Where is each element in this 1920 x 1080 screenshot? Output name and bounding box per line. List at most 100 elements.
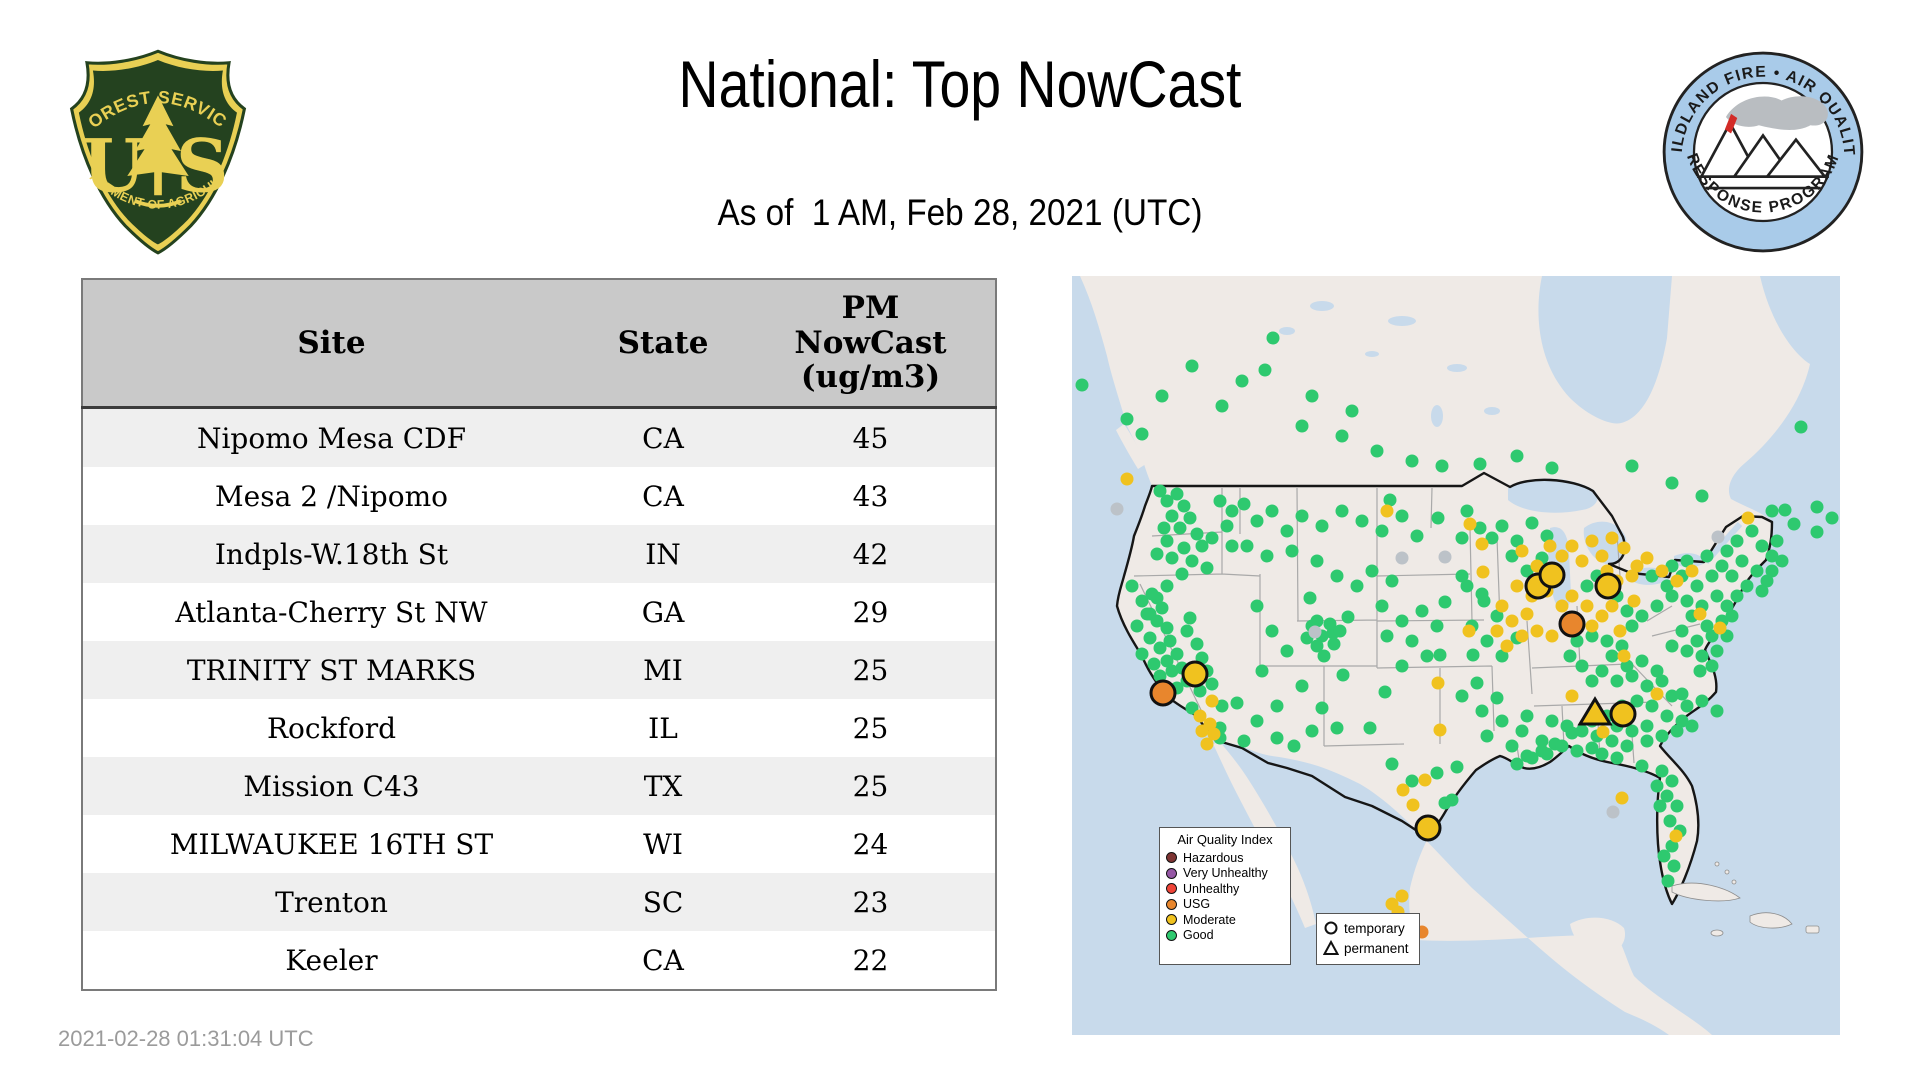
monitor-dot <box>1625 669 1639 683</box>
monitor-dot <box>1665 589 1679 603</box>
monitor-dot <box>1215 399 1229 413</box>
monitor-dot <box>1200 737 1214 751</box>
site-cell: Keeler <box>285 943 378 977</box>
monitor-dot <box>1305 389 1319 403</box>
monitor-dot <box>1825 511 1839 525</box>
monitor-dot <box>1438 550 1452 564</box>
legend-item-permanent: permanent <box>1323 938 1413 958</box>
monitor-dot <box>1418 773 1432 787</box>
highlight-marker-circle <box>1594 572 1622 600</box>
monitor-dot <box>1585 534 1599 548</box>
monitor-dot <box>1330 721 1344 735</box>
state-cell: MI <box>643 653 683 687</box>
monitor-dot <box>1520 709 1534 723</box>
legend-item-moderate: Moderate <box>1166 912 1284 928</box>
monitor-dot <box>1600 634 1614 648</box>
monitor-dot <box>1778 503 1792 517</box>
highlight-marker-circle <box>1558 610 1586 638</box>
monitor-dot <box>1205 531 1219 545</box>
table-row: MILWAUKEE 16TH ST WI 24 <box>82 815 996 873</box>
monitor-dot <box>1575 554 1589 568</box>
monitor-dot <box>1450 760 1464 774</box>
monitor-dot <box>1395 614 1409 628</box>
highlight-marker-circle <box>1181 660 1209 688</box>
monitor-dot <box>1505 739 1519 753</box>
monitor-dot <box>1395 551 1409 565</box>
monitor-dot <box>1610 751 1624 765</box>
monitor-dot <box>1595 549 1609 563</box>
monitor-dot <box>1308 625 1322 639</box>
monitor-dot <box>1183 511 1197 525</box>
monitor-dot <box>1680 644 1694 658</box>
permanent-triangle-icon <box>1323 940 1339 955</box>
monitor-dot <box>1713 621 1727 635</box>
monitor-dot <box>1190 637 1204 651</box>
monitor-dot <box>1435 459 1449 473</box>
monitor-dot <box>1303 591 1317 605</box>
monitor-dot <box>1120 412 1134 426</box>
site-cell: Mesa 2 /Nipomo <box>215 479 448 513</box>
legend-label: Moderate <box>1183 912 1236 927</box>
column-header-pm-nowcast: PM NowCast (ug/m3) <box>746 279 996 409</box>
monitor-dot <box>1625 619 1639 633</box>
monitor-dot <box>1345 404 1359 418</box>
monitor-dot <box>1333 624 1347 638</box>
monitor-dot <box>1310 554 1324 568</box>
highlight-marker-circle <box>1538 561 1566 589</box>
good-swatch-icon <box>1166 929 1177 941</box>
monitor-dot <box>1605 599 1619 613</box>
table-row: Atlanta-Cherry St NW GA 29 <box>82 583 996 641</box>
monitor-dot <box>1295 679 1309 693</box>
monitor-dot <box>1665 639 1679 653</box>
site-cell: TRINITY ST MARKS <box>186 653 477 687</box>
monitor-dot <box>1165 551 1179 565</box>
monitor-dot <box>1585 619 1599 633</box>
monitor-dot <box>1510 449 1524 463</box>
monitor-dot <box>1460 504 1474 518</box>
monitor-dot <box>1420 649 1434 663</box>
monitor-dot <box>1510 579 1524 593</box>
state-cell: CA <box>642 421 684 455</box>
legend-item-temporary: temporary <box>1323 918 1413 938</box>
monitor-dot <box>1735 554 1749 568</box>
monitor-dot <box>1710 644 1724 658</box>
monitor-dot <box>1466 648 1480 662</box>
monitor-dot <box>1610 674 1624 688</box>
aqi-legend: Air Quality Index Hazardous Very Unhealt… <box>1159 827 1291 965</box>
monitor-dot <box>1375 599 1389 613</box>
monitor-dot <box>1438 595 1452 609</box>
table-body: Nipomo Mesa CDF CA 45 Mesa 2 /Nipomo CA 43 Ind… <box>82 407 996 990</box>
monitor-dot <box>1335 504 1349 518</box>
monitor-dot <box>1695 489 1709 503</box>
site-cell: Nipomo Mesa CDF <box>196 421 467 455</box>
monitor-dot <box>1625 459 1639 473</box>
monitor-dot <box>1405 634 1419 648</box>
monitor-dot <box>1335 429 1349 443</box>
monitor-dot <box>1596 725 1610 739</box>
monitor-dot <box>1693 607 1707 621</box>
monitor-dot <box>1185 554 1199 568</box>
monitor-dot <box>1705 569 1719 583</box>
monitor-dot <box>1615 791 1629 805</box>
monitor-dot <box>1705 659 1719 673</box>
monitor-dot <box>1725 609 1739 623</box>
monitor-dot <box>1110 502 1124 516</box>
value-cell: 25 <box>852 769 889 803</box>
top-nowcast-table: Site State PM NowCast (ug/m3) Nipomo Mes… <box>81 278 997 991</box>
monitor-type-legend: temporary permanent <box>1316 913 1420 965</box>
monitor-dot <box>1237 734 1251 748</box>
monitor-dot <box>1445 793 1459 807</box>
monitor-dot <box>1375 524 1389 538</box>
monitor-dot <box>1143 631 1157 645</box>
site-cell: Trenton <box>275 885 388 919</box>
monitor-dot <box>1565 589 1579 603</box>
monitor-dot <box>1690 634 1704 648</box>
legend-label: Very Unhealthy <box>1183 866 1268 881</box>
monitor-dot <box>1617 649 1631 663</box>
highlight-marker-circle <box>1414 814 1442 842</box>
monitor-dot <box>1755 584 1769 598</box>
monitor-dot <box>1794 420 1808 434</box>
monitor-dot <box>1690 579 1704 593</box>
value-cell: 25 <box>852 653 889 687</box>
monitor-dot <box>1667 859 1681 873</box>
